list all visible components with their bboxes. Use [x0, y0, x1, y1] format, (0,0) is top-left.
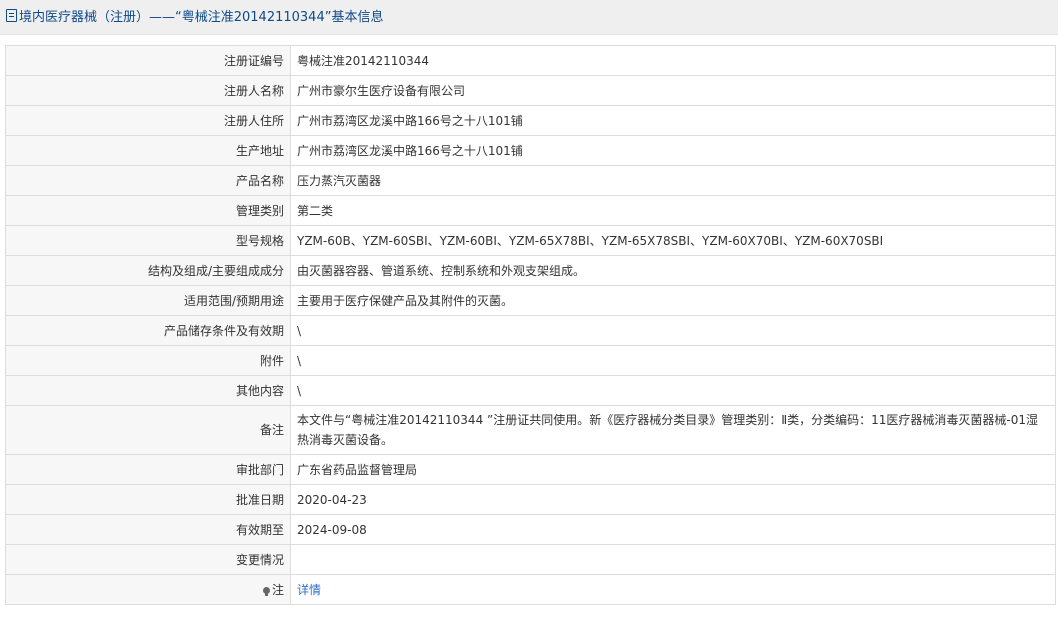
table-row: 审批部门 广东省药品监督管理局 [5, 454, 1056, 485]
table-row: 产品储存条件及有效期 \ [5, 315, 1056, 346]
table-row: 产品名称 压力蒸汽灭菌器 [5, 165, 1056, 196]
document-icon [6, 9, 17, 22]
table-row: 批准日期 2020-04-23 [5, 484, 1056, 515]
table-row: 型号规格 YZM-60B、YZM-60SBⅠ、YZM-60BⅠ、YZM-65X7… [5, 225, 1056, 256]
table-row: 有效期至 2024-09-08 [5, 514, 1056, 545]
row-label: 管理类别 [5, 195, 291, 226]
table-row: 其他内容 \ [5, 375, 1056, 406]
table-row: 生产地址 广州市荔湾区龙溪中路166号之十八101铺 [5, 135, 1056, 166]
row-value: 2024-09-08 [290, 514, 1056, 545]
row-label: 适用范围/预期用途 [5, 285, 291, 316]
row-value: 广州市荔湾区龙溪中路166号之十八101铺 [290, 135, 1056, 166]
row-value: 2020-04-23 [290, 484, 1056, 515]
row-label: 附件 [5, 345, 291, 376]
row-value: 广东省药品监督管理局 [290, 454, 1056, 485]
row-label: 结构及组成/主要组成成分 [5, 255, 291, 286]
row-label: 批准日期 [5, 484, 291, 515]
table-row: 变更情况 [5, 544, 1056, 575]
table-row: 注册人名称 广州市豪尔生医疗设备有限公司 [5, 75, 1056, 106]
table-row: 注册人住所 广州市荔湾区龙溪中路166号之十八101铺 [5, 105, 1056, 136]
row-value: 广州市豪尔生医疗设备有限公司 [290, 75, 1056, 106]
table-row: 管理类别 第二类 [5, 195, 1056, 226]
table-row: 注 详情 [5, 574, 1056, 605]
row-label: 注册人名称 [5, 75, 291, 106]
row-value: 广州市荔湾区龙溪中路166号之十八101铺 [290, 105, 1056, 136]
row-label: 审批部门 [5, 454, 291, 485]
row-label: 注册人住所 [5, 105, 291, 136]
row-value: \ [290, 375, 1056, 406]
row-value: 第二类 [290, 195, 1056, 226]
row-label: 其他内容 [5, 375, 291, 406]
row-value: YZM-60B、YZM-60SBⅠ、YZM-60BⅠ、YZM-65X78BⅠ、Y… [290, 225, 1056, 256]
row-label: 变更情况 [5, 544, 291, 575]
row-label: 产品名称 [5, 165, 291, 196]
note-label: 注 [271, 582, 284, 597]
table-row: 适用范围/预期用途 主要用于医疗保健产品及其附件的灭菌。 [5, 285, 1056, 316]
table-row: 注册证编号 粤械注准20142110344 [5, 45, 1056, 76]
row-label: 型号规格 [5, 225, 291, 256]
note-label-cell: 注 [5, 574, 291, 605]
row-label: 产品储存条件及有效期 [5, 315, 291, 346]
row-label: 备注 [5, 405, 291, 455]
lightbulb-icon [262, 586, 270, 596]
row-value: 本文件与“粤械注准20142110344 ”注册证共同使用。新《医疗器械分类目录… [290, 405, 1056, 455]
page-title: 境内医疗器械（注册）——“粤械注准20142110344”基本信息 [19, 10, 384, 25]
row-label: 有效期至 [5, 514, 291, 545]
row-value: 主要用于医疗保健产品及其附件的灭菌。 [290, 285, 1056, 316]
row-value: \ [290, 315, 1056, 346]
row-label: 注册证编号 [5, 45, 291, 76]
row-value: 粤械注准20142110344 [290, 45, 1056, 76]
row-value: \ [290, 345, 1056, 376]
table-row: 结构及组成/主要组成成分 由灭菌器容器、管道系统、控制系统和外观支架组成。 [5, 255, 1056, 286]
note-value-cell: 详情 [290, 574, 1056, 605]
row-value [290, 544, 1056, 575]
row-value: 压力蒸汽灭菌器 [290, 165, 1056, 196]
page-header: 境内医疗器械（注册）——“粤械注准20142110344”基本信息 [0, 0, 1058, 35]
table-row: 附件 \ [5, 345, 1056, 376]
table-row: 备注 本文件与“粤械注准20142110344 ”注册证共同使用。新《医疗器械分… [5, 405, 1056, 455]
row-value: 由灭菌器容器、管道系统、控制系统和外观支架组成。 [290, 255, 1056, 286]
device-info-table: 注册证编号 粤械注准20142110344 注册人名称 广州市豪尔生医疗设备有限… [5, 45, 1056, 605]
row-label: 生产地址 [5, 135, 291, 166]
details-link[interactable]: 详情 [297, 583, 321, 597]
